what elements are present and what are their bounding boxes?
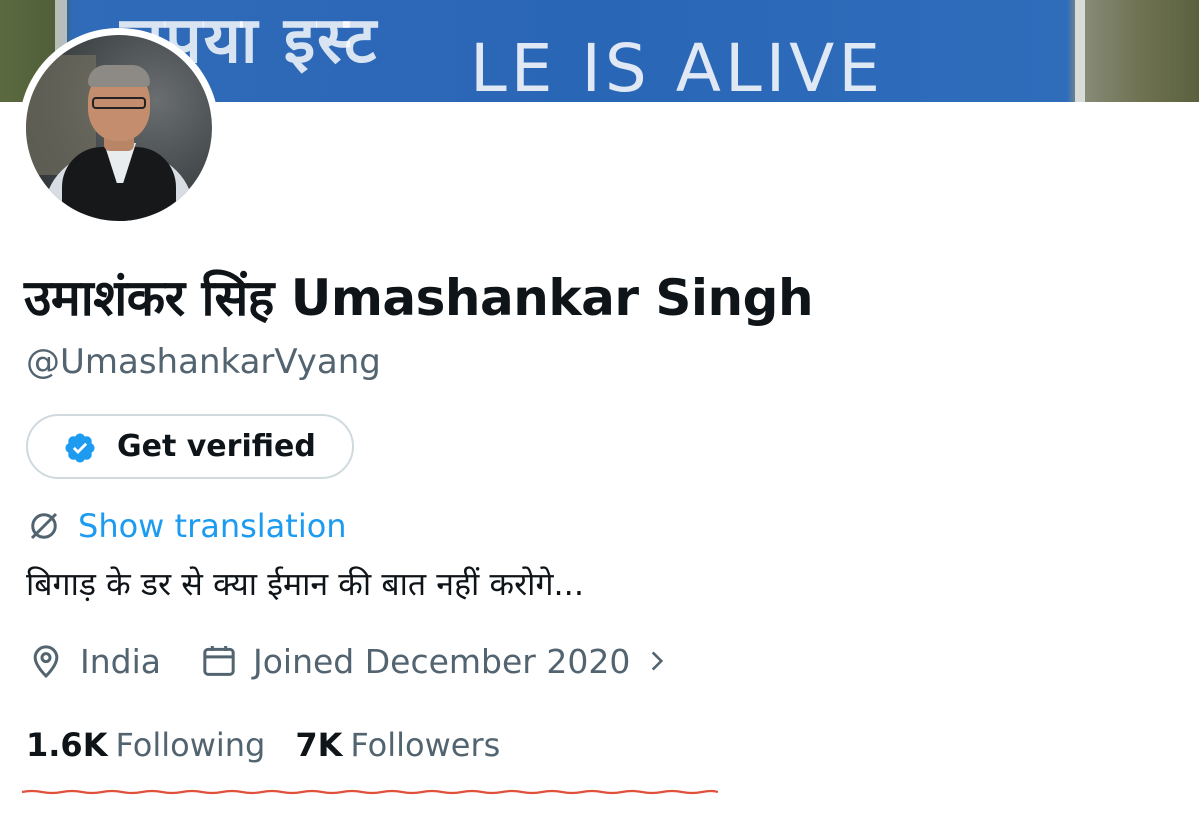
avatar-glasses xyxy=(92,97,146,109)
avatar-hair xyxy=(88,65,150,87)
chevron-right-icon xyxy=(652,651,664,671)
profile-avatar[interactable] xyxy=(19,28,219,228)
following-label[interactable]: Following xyxy=(115,726,265,764)
following-count[interactable]: 1.6K xyxy=(26,726,107,764)
profile-stats-row: 1.6K Following 7K Followers xyxy=(26,720,500,770)
banner-sign-edge-right xyxy=(1075,0,1085,102)
followers-count[interactable]: 7K xyxy=(295,726,342,764)
translate-globe-icon xyxy=(30,512,58,540)
get-verified-label: Get verified xyxy=(117,429,316,464)
get-verified-button[interactable]: Get verified xyxy=(26,414,354,479)
followers-label[interactable]: Followers xyxy=(350,726,500,764)
banner-sign-text-bottom: LE IS ALIVE xyxy=(470,30,885,102)
location-pin-icon xyxy=(33,645,59,679)
profile-meta-row: India Joined December 2020 xyxy=(26,636,670,686)
profile-bio: बिगाड़ के डर से क्या ईमान की बात नहीं कर… xyxy=(26,565,584,603)
profile-location: India xyxy=(80,641,161,681)
annotation-underline xyxy=(22,789,718,795)
profile-joined-date: Joined December 2020 xyxy=(253,641,631,681)
avatar-photo xyxy=(26,35,212,221)
verified-badge-icon xyxy=(65,433,95,463)
profile-handle: @UmashankarVyang xyxy=(26,342,381,382)
show-translation-link[interactable]: Show translation xyxy=(26,505,347,547)
show-translation-label: Show translation xyxy=(78,507,347,545)
calendar-icon xyxy=(203,646,235,676)
joined-date-link[interactable]: Joined December 2020 xyxy=(199,641,670,681)
profile-display-name: उमाशंकर सिंह Umashankar Singh xyxy=(24,269,814,327)
